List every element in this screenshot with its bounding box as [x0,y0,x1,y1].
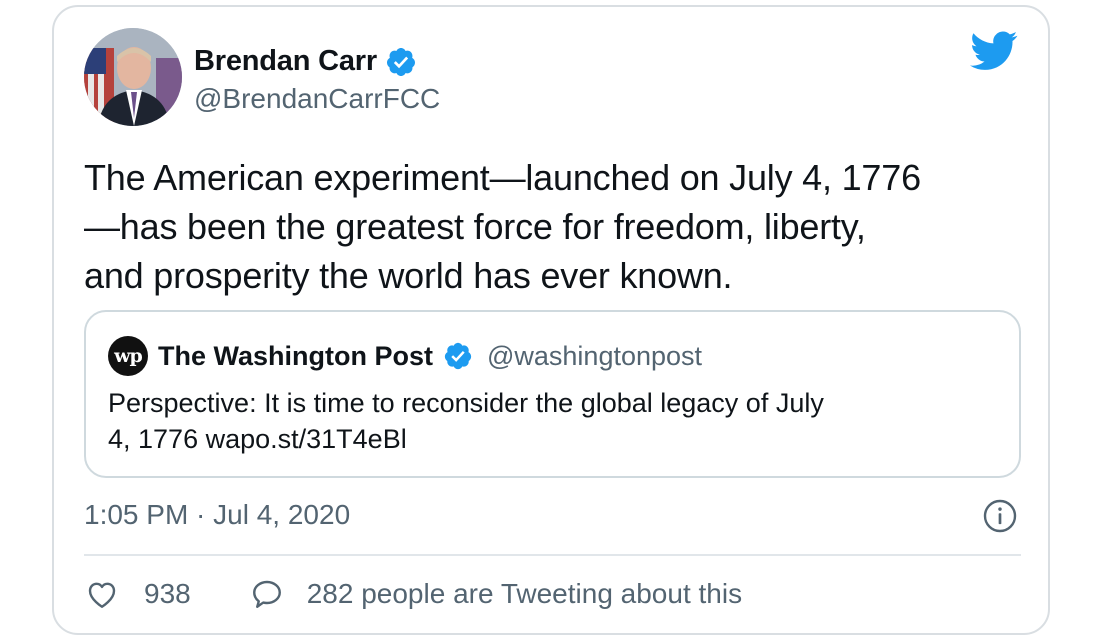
quoted-text-line: Perspective: It is time to reconsider th… [108,388,824,418]
quoted-text-line: 4, 1776 wapo.st/31T4eBl [108,424,407,454]
author-handle[interactable]: @BrendanCarrFCC [194,83,440,115]
tweet-timestamp[interactable]: 1:05 PM · Jul 4, 2020 [84,499,350,531]
tweet-card: Brendan Carr @BrendanCarrFCC The America… [52,5,1050,635]
heart-icon[interactable] [84,576,120,612]
tweet-actions: 938 282 people are Tweeting about this [84,576,742,612]
twitter-bird-icon[interactable] [970,31,1018,71]
quoted-tweet-text: Perspective: It is time to reconsider th… [108,385,998,457]
avatar[interactable] [84,28,182,126]
like-button[interactable]: 938 [84,576,191,612]
tweet-text-line: The American experiment—launched on July… [84,157,921,198]
tweet-text-line: —has been the greatest force for freedom… [84,206,866,247]
tweet-text: The American experiment—launched on July… [84,153,1034,300]
speech-bubble-icon[interactable] [249,576,285,612]
quoted-author-name: The Washington Post [158,340,433,371]
avatar-photo [84,28,182,126]
reply-conversation-button[interactable]: 282 people are Tweeting about this [249,576,742,612]
quoted-tweet[interactable]: wp The Washington Post @washingtonpost P… [84,310,1021,478]
divider [84,554,1021,556]
author-name[interactable]: Brendan Carr [194,45,377,78]
info-icon[interactable] [982,498,1018,534]
quoted-author-handle: @washingtonpost [486,340,703,371]
like-count[interactable]: 938 [144,578,191,610]
tweet-text-line: and prosperity the world has ever known. [84,255,733,296]
author-name-row[interactable]: Brendan Carr [194,45,417,78]
verified-badge-icon [444,342,472,370]
verified-badge-icon [386,47,415,76]
tweeting-about-link[interactable]: 282 people are Tweeting about this [307,578,742,610]
quoted-tweet-header: wp The Washington Post @washingtonpost [108,336,702,376]
washington-post-logo: wp [108,336,148,376]
